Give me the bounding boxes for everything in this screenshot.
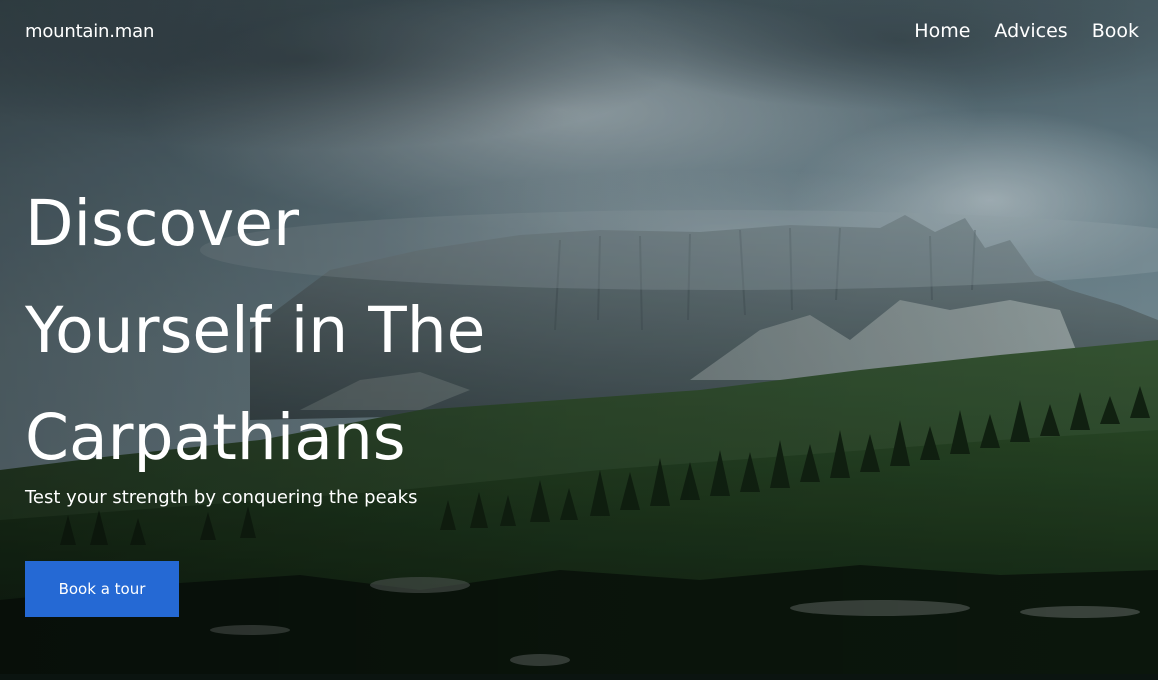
hero-subtitle: Test your strength by conquering the pea… <box>25 487 418 508</box>
hero-headline-line-3: Carpathians <box>25 401 406 474</box>
nav-link-advices[interactable]: Advices <box>994 20 1067 42</box>
book-tour-button[interactable]: Book a tour <box>25 561 179 617</box>
hero-headline: Discover Yourself in The Carpathians <box>25 170 625 491</box>
site-header: mountain.man Home Advices Book <box>25 18 1139 46</box>
nav-link-home[interactable]: Home <box>914 20 970 42</box>
hero-section: mountain.man Home Advices Book Discover … <box>0 0 1158 680</box>
hero-headline-line-1: Discover <box>25 187 299 260</box>
main-nav: Home Advices Book <box>914 20 1139 42</box>
logo[interactable]: mountain.man <box>25 21 154 42</box>
nav-link-book[interactable]: Book <box>1092 20 1139 42</box>
hero-headline-line-2: Yourself in The <box>25 294 486 367</box>
